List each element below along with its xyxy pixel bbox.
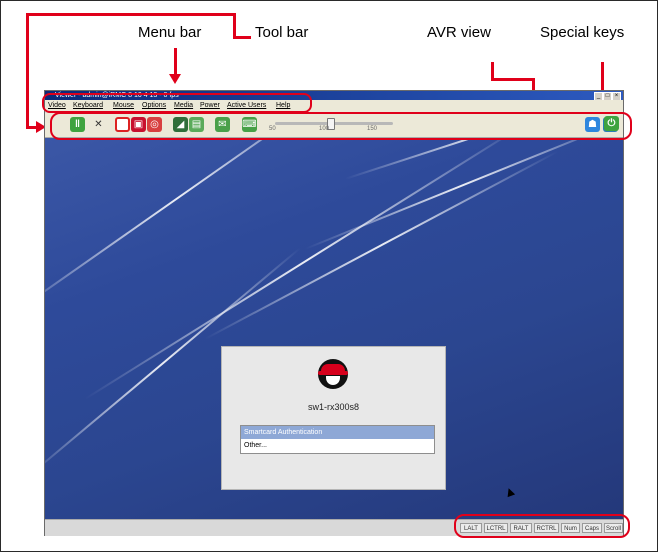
special-keys-outline	[454, 514, 630, 538]
login-dialog: sw1-rx300s8 Smartcard Authentication Oth…	[221, 346, 446, 490]
special-keys-callout: Special keys	[540, 24, 625, 41]
menu-bar-callout: Menu bar	[138, 24, 202, 41]
auth-option[interactable]: Other...	[241, 439, 434, 452]
menu-bar-outline	[42, 93, 312, 113]
tool-bar-callout: Tool bar	[255, 24, 309, 41]
desktop-streak	[344, 138, 623, 180]
avr-view-callout: AVR view	[427, 24, 491, 41]
auth-option-list: Smartcard Authentication Other...	[240, 425, 435, 454]
desktop-streak	[45, 138, 350, 320]
host-name: sw1-rx300s8	[307, 402, 360, 412]
viewer-window: Viewer - admin@iRMC 8 10 4 13 - 0 fps _ …	[44, 90, 624, 536]
redhat-logo	[318, 359, 348, 389]
auth-option[interactable]: Smartcard Authentication	[241, 426, 434, 439]
tool-bar-outline	[50, 112, 632, 140]
avr-view[interactable]: sw1-rx300s8 Smartcard Authentication Oth…	[45, 138, 623, 519]
desktop-streak	[204, 150, 559, 340]
